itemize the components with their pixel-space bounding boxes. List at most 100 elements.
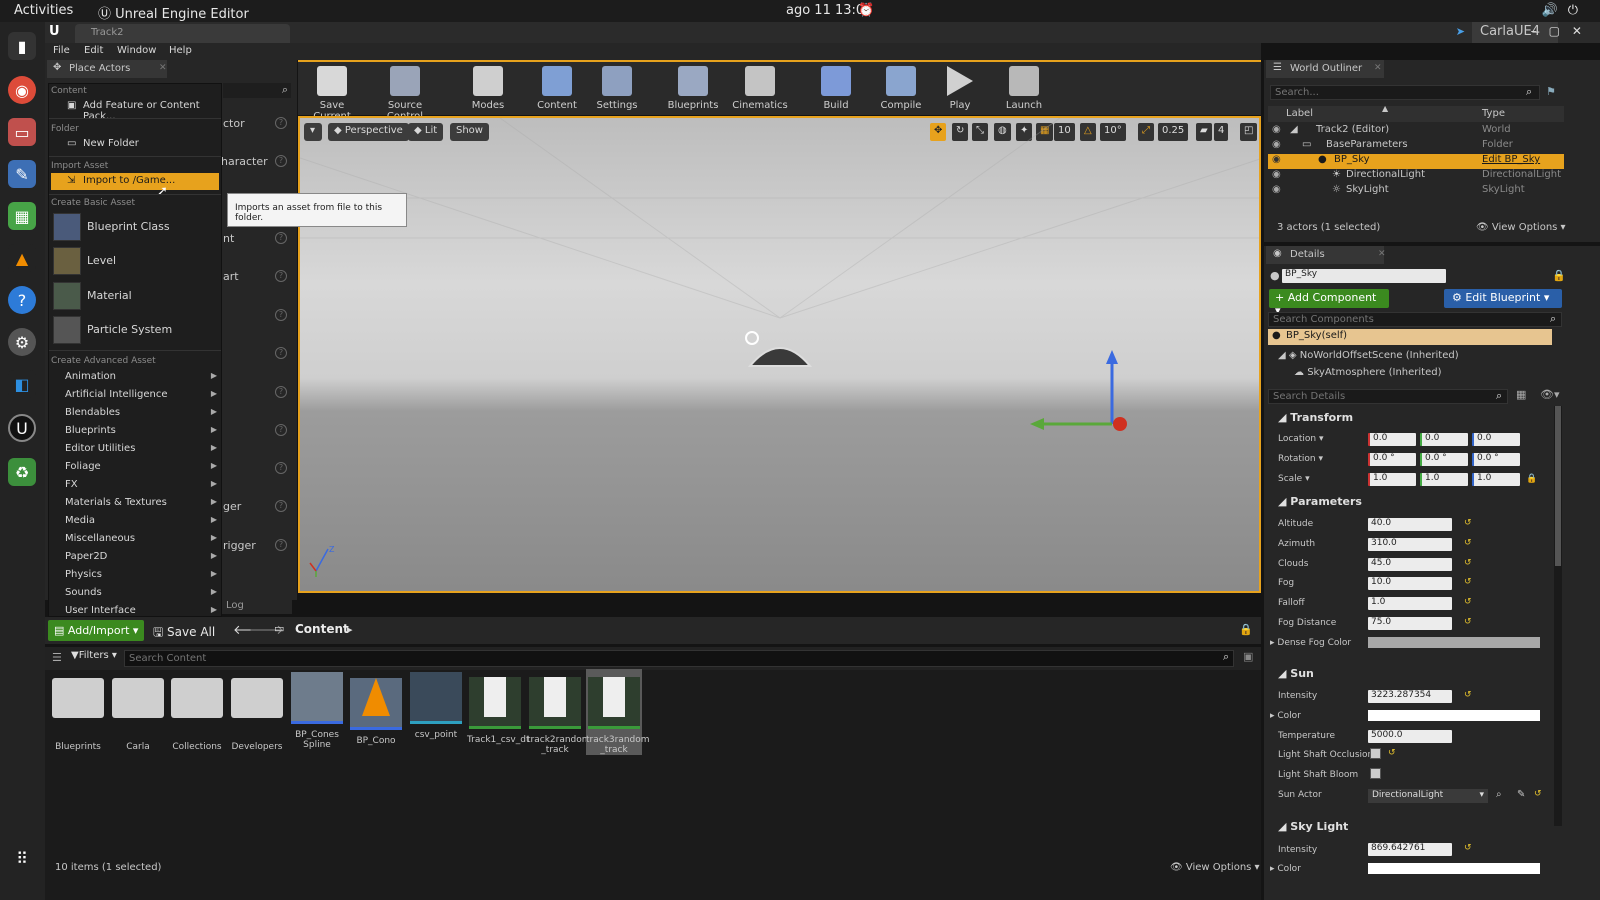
help-icon[interactable]: ? — [275, 155, 287, 167]
outliner-search-input[interactable] — [1270, 85, 1540, 100]
submenu-paper2d[interactable]: Paper2D ▶ — [51, 549, 219, 566]
submenu-blendables[interactable]: Blendables ▶ — [51, 405, 219, 422]
files-icon[interactable]: ▭ — [8, 118, 36, 146]
actor-name-field[interactable]: BP_Sky — [1282, 269, 1446, 283]
feedback-icon[interactable]: ➤ — [1456, 25, 1465, 38]
submenu-editor-utilities[interactable]: Editor Utilities ▶ — [51, 441, 219, 458]
lock-icon[interactable]: 🔒 — [1552, 269, 1566, 282]
reset-icon[interactable]: ↺ — [1464, 518, 1472, 528]
sky-color-label[interactable]: ▸ Color — [1270, 864, 1301, 874]
help-icon[interactable]: ? — [275, 500, 287, 512]
close-tab-icon[interactable]: ✕ — [1374, 63, 1382, 73]
details-scrollbar[interactable] — [1554, 406, 1562, 826]
app-menu[interactable]: Ⓤ Unreal Engine Editor — [98, 3, 249, 22]
launch-button[interactable]: Launch — [994, 64, 1054, 112]
material-item[interactable]: Material — [51, 280, 219, 312]
location-label[interactable]: Location ▾ — [1278, 434, 1323, 444]
level-tab[interactable]: Track2 — [75, 24, 290, 43]
scale-y[interactable]: 1.0 — [1420, 473, 1468, 486]
sun-color-label[interactable]: ▸ Color — [1270, 711, 1301, 721]
scale-label[interactable]: Scale ▾ — [1278, 474, 1310, 484]
rotation-x[interactable]: 0.0 ° — [1368, 453, 1416, 466]
reset-icon[interactable]: ↺ — [1534, 789, 1542, 799]
scale-lock-icon[interactable]: 🔒 — [1526, 474, 1537, 484]
search-content-input[interactable] — [124, 650, 1234, 667]
sky-intensity-field[interactable]: 869.642761 — [1368, 843, 1452, 856]
play-button[interactable]: Play — [930, 64, 990, 112]
outliner-row-selected[interactable]: ◉ ● BP_Sky Edit BP_Sky — [1268, 154, 1564, 169]
outliner-row[interactable]: ◉ ▭ BaseParameters Folder — [1268, 139, 1564, 154]
submenu-sounds[interactable]: Sounds ▶ — [51, 585, 219, 602]
save-current-button[interactable]: Save Current — [302, 64, 362, 122]
reset-icon[interactable]: ↺ — [1464, 538, 1472, 548]
rotation-label[interactable]: Rotation ▾ — [1278, 454, 1323, 464]
menu-window[interactable]: Window — [117, 45, 156, 56]
blueprints-button[interactable]: Blueprints — [663, 64, 723, 112]
blueprint-class-item[interactable]: Blueprint Class — [51, 211, 219, 243]
dense-fog-color-label[interactable]: ▸ Dense Fog Color — [1270, 638, 1351, 648]
asset-tile[interactable]: Developers — [229, 672, 285, 752]
expand-arrow-icon[interactable]: ◢ — [1290, 124, 1298, 135]
filters-button[interactable]: ▼Filters ▾ — [71, 650, 117, 661]
particle-system-item[interactable]: Particle System — [51, 314, 219, 346]
activities-button[interactable]: Activities — [14, 3, 73, 18]
path-chevron-icon[interactable]: ▸ — [347, 623, 353, 636]
level-viewport[interactable]: ▾ ◆ Perspective ◆ Lit Show ✥ ↻ ⤡ ◍ ✦ ▦ 1… — [298, 116, 1261, 593]
reset-icon[interactable]: ↺ — [1464, 690, 1472, 700]
submenu-blueprints[interactable]: Blueprints ▶ — [51, 423, 219, 440]
source-control-button[interactable]: Source Control — [370, 64, 440, 122]
build-button[interactable]: Build — [806, 64, 866, 112]
submenu-user-interface[interactable]: User Interface ▶ — [51, 603, 219, 617]
sky-color-swatch[interactable] — [1368, 863, 1540, 874]
details-view-options-icon[interactable]: 👁▾ — [1540, 388, 1560, 401]
add-import-button[interactable]: ▤ Add/Import ▾ — [48, 620, 145, 641]
chrome-icon[interactable]: ◉ — [8, 76, 36, 104]
spreadsheet-icon[interactable]: ▦ — [8, 202, 36, 230]
window-controls[interactable]: –▢✕ — [1531, 24, 1594, 38]
location-y[interactable]: 0.0 — [1420, 433, 1468, 446]
asset-tile[interactable]: Track1_csv_dt — [467, 672, 529, 745]
submenu-fx[interactable]: FX ▶ — [51, 477, 219, 494]
cinematics-button[interactable]: Cinematics — [730, 64, 790, 112]
details-tab[interactable]: ◉ Details — [1266, 246, 1384, 264]
modes-button[interactable]: Modes — [458, 64, 518, 112]
pick-actor-icon[interactable]: ✎ — [1517, 789, 1525, 800]
component-self-row[interactable]: ● BP_Sky(self) — [1268, 329, 1552, 345]
visibility-eye-icon[interactable]: ◉ — [1272, 169, 1281, 180]
component-row[interactable]: ☁ SkyAtmosphere (Inherited) — [1294, 367, 1442, 378]
submenu-miscellaneous[interactable]: Miscellaneous ▶ — [51, 531, 219, 548]
place-actors-search[interactable]: ⌕ — [223, 83, 291, 98]
search-details-input[interactable] — [1268, 389, 1508, 404]
location-x[interactable]: 0.0 — [1368, 433, 1416, 446]
compile-button[interactable]: Compile — [871, 64, 931, 112]
help-icon[interactable]: ? — [275, 386, 287, 398]
content-view-options-button[interactable]: 👁 View Options ▾ — [1170, 862, 1260, 873]
asset-tile[interactable]: Collections — [169, 672, 225, 752]
browse-icon[interactable]: ⌕ — [1496, 789, 1502, 800]
menu-file[interactable]: File — [53, 45, 70, 56]
terminal-icon[interactable]: ▮ — [8, 32, 36, 60]
azimuth-field[interactable]: 310.0 — [1368, 538, 1452, 551]
reset-icon[interactable]: ↺ — [1464, 577, 1472, 587]
show-apps-icon[interactable]: ⠿ — [8, 844, 36, 872]
outliner-row[interactable]: ◉ ◢ Track2 (Editor) World — [1268, 124, 1564, 139]
light-shaft-bloom-checkbox[interactable] — [1370, 768, 1381, 779]
settings-icon[interactable]: ⚙ — [8, 328, 36, 356]
asset-tile[interactable]: Blueprints — [50, 672, 106, 752]
save-all-button[interactable]: 🖫 Save All — [153, 623, 215, 644]
sun-intensity-field[interactable]: 3223.287354 — [1368, 690, 1452, 703]
help-icon[interactable]: ? — [275, 424, 287, 436]
visibility-eye-icon[interactable]: ◉ — [1272, 124, 1281, 135]
reset-icon[interactable]: ↺ — [1464, 617, 1472, 627]
light-shaft-occlusion-checkbox[interactable] — [1370, 748, 1381, 759]
submenu-physics[interactable]: Physics ▶ — [51, 567, 219, 584]
vlc-icon[interactable]: ▲ — [8, 244, 36, 272]
asset-tile[interactable]: track2random _track — [527, 672, 591, 755]
menu-edit[interactable]: Edit — [84, 45, 103, 56]
parameters-section[interactable]: ◢ Parameters — [1268, 495, 1558, 513]
submenu-materials-textures[interactable]: Materials & Textures ▶ — [51, 495, 219, 512]
label-column-header[interactable]: Label — [1286, 108, 1313, 119]
submenu-foliage[interactable]: Foliage ▶ — [51, 459, 219, 476]
lock-icon[interactable]: 🔒 — [1239, 623, 1253, 636]
rotation-y[interactable]: 0.0 ° — [1420, 453, 1468, 466]
